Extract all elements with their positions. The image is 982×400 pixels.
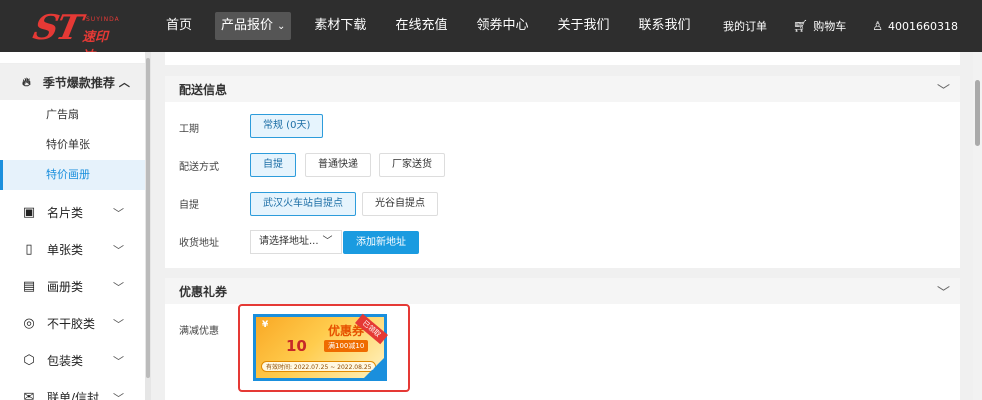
chevron-down-icon: ﹀: [113, 354, 124, 368]
method-option-factory[interactable]: 厂家送货: [379, 153, 445, 177]
address-select[interactable]: 请选择地址... ﹀: [250, 230, 342, 254]
nav-about[interactable]: 关于我们: [551, 12, 615, 40]
sidebar-cat-envelope[interactable]: ✉ 联单/信封 ﹀: [0, 379, 145, 400]
previous-card-bottom: [165, 52, 960, 65]
chevron-up-icon: ︿: [118, 76, 130, 89]
chevron-down-icon[interactable]: ﹀: [937, 282, 950, 301]
box-icon: ⬡: [23, 353, 35, 368]
sidebar-item-fan[interactable]: 广告扇: [0, 100, 145, 130]
cart-link[interactable]: 🛒︎ 购物车: [793, 18, 846, 34]
sidebar-cat-single[interactable]: ▯ 单张类 ﹀: [0, 231, 145, 268]
my-orders-link[interactable]: 我的订单: [723, 18, 767, 34]
sidebar-cat-label: 单张类: [47, 243, 84, 257]
sidebar-cat-album[interactable]: ▤ 画册类 ﹀: [0, 268, 145, 305]
method-option-express[interactable]: 普通快递: [305, 153, 371, 177]
sidebar-cat-label: 包装类: [47, 354, 84, 368]
method-option-self-pickup[interactable]: 自提: [250, 153, 296, 177]
fire-icon: 🔥︎: [22, 74, 31, 89]
coupon-condition: 满100减10: [324, 340, 369, 352]
logo-english: SUYINDA: [86, 16, 120, 23]
chevron-down-icon: ﹀: [113, 280, 124, 294]
nav-recharge[interactable]: 在线充值: [389, 12, 453, 40]
address-select-value: 请选择地址...: [259, 236, 319, 247]
phone-link[interactable]: ♙ 4001660318: [872, 19, 958, 33]
nav-home[interactable]: 首页: [160, 12, 198, 40]
main-nav: 首页 产品报价 ⌄ 素材下载 在线充值 领券中心 关于我们 联系我们: [160, 0, 714, 52]
book-icon: ▤: [22, 279, 36, 294]
delivery-title: 配送信息: [179, 82, 228, 97]
cart-icon: 🛒︎: [793, 19, 809, 33]
coupon-amount: 10: [286, 337, 307, 355]
envelope-icon: ✉: [23, 390, 35, 400]
chevron-down-icon: ﹀: [113, 391, 124, 400]
main-content: 配送信息 ﹀ 工期 常规 (0天) 配送方式 自提 普通快递 厂家送货 自提 武…: [151, 52, 973, 400]
coupon-ticket[interactable]: ¥ 10 优惠券 满100减10 有效时间: 2022.07.25 ~ 2022…: [253, 313, 388, 381]
delivery-method-label: 配送方式: [179, 162, 219, 173]
logo-mark: ST: [29, 8, 85, 48]
delivery-card-header[interactable]: 配送信息 ﹀: [165, 76, 960, 102]
nav-materials[interactable]: 素材下载: [308, 12, 372, 40]
pickup-label: 自提: [179, 200, 199, 211]
coupon-currency: ¥: [262, 320, 269, 330]
nav-contact[interactable]: 联系我们: [632, 12, 696, 40]
add-address-button[interactable]: 添加新地址: [343, 231, 419, 254]
phone-number: 4001660318: [888, 19, 958, 33]
period-option-regular[interactable]: 常规 (0天): [250, 114, 324, 138]
sidebar-item-brochure[interactable]: 特价画册: [0, 160, 145, 190]
pickup-option-wuhan-station[interactable]: 武汉火车站自提点: [250, 192, 356, 216]
sidebar-cat-label: 画册类: [47, 280, 84, 294]
sidebar-section-seasonal[interactable]: 🔥︎ 季节爆款推荐 ︿: [0, 64, 145, 100]
main-scroll-thumb[interactable]: [975, 80, 980, 146]
chevron-down-icon: ⌄: [277, 21, 286, 32]
sidebar-cat-label: 名片类: [47, 206, 84, 220]
id-card-icon: ▣: [22, 205, 36, 220]
header-actions: 我的订单 🛒︎ 购物车 ♙ 4001660318: [697, 0, 958, 52]
nav-product-quote[interactable]: 产品报价 ⌄: [215, 12, 292, 40]
sidebar-cat-label: 联单/信封: [47, 391, 100, 400]
sidebar-scroll-thumb[interactable]: [146, 58, 150, 378]
chevron-down-icon[interactable]: ﹀: [937, 80, 950, 99]
address-label: 收货地址: [179, 238, 219, 249]
cart-label: 购物车: [813, 20, 847, 33]
sidebar-cat-packaging[interactable]: ⬡ 包装类 ﹀: [0, 342, 145, 379]
discount-label: 满减优惠: [179, 326, 219, 337]
sidebar-section-label: 季节爆款推荐: [42, 75, 115, 90]
sidebar-cat-sticker[interactable]: ◎ 不干胶类 ﹀: [0, 305, 145, 342]
nav-coupon-center[interactable]: 领券中心: [470, 12, 534, 40]
category-sidebar: 🔥︎ 季节爆款推荐 ︿ 广告扇 特价单张 特价画册 ▣ 名片类 ﹀ ▯ 单张类 …: [0, 52, 145, 400]
coupon-card-header[interactable]: 优惠礼券 ﹀: [165, 278, 960, 304]
sidebar-cat-business-card[interactable]: ▣ 名片类 ﹀: [0, 194, 145, 231]
main-scrollbar[interactable]: [973, 52, 982, 400]
chevron-down-icon: ﹀: [113, 243, 124, 257]
nav-product-quote-label: 产品报价: [221, 18, 274, 33]
coupon-title: 优惠礼券: [179, 284, 228, 299]
period-label: 工期: [179, 124, 199, 135]
site-logo[interactable]: ST SUYINDA 速印达: [30, 8, 120, 64]
chevron-down-icon: ﹀: [322, 236, 333, 247]
sidebar-item-single-sheet[interactable]: 特价单张: [0, 130, 145, 160]
sticker-icon: ◎: [23, 316, 35, 331]
chevron-down-icon: ﹀: [113, 206, 124, 220]
clipboard-icon: ▯: [25, 242, 33, 257]
sidebar-top-strip: [0, 52, 145, 64]
sidebar-cat-label: 不干胶类: [47, 317, 96, 331]
top-header: ST SUYINDA 速印达 首页 产品报价⌄ 素材下载 在线充值 领券中心 关…: [0, 0, 982, 64]
user-icon: ♙: [872, 19, 883, 33]
chevron-down-icon: ﹀: [113, 317, 124, 331]
pickup-option-guanggu[interactable]: 光谷自提点: [362, 192, 438, 216]
delivery-card: 配送信息 ﹀ 工期 常规 (0天) 配送方式 自提 普通快递 厂家送货 自提 武…: [165, 76, 960, 268]
coupon-validity: 有效时间: 2022.07.25 ~ 2022.08.25: [261, 361, 377, 372]
